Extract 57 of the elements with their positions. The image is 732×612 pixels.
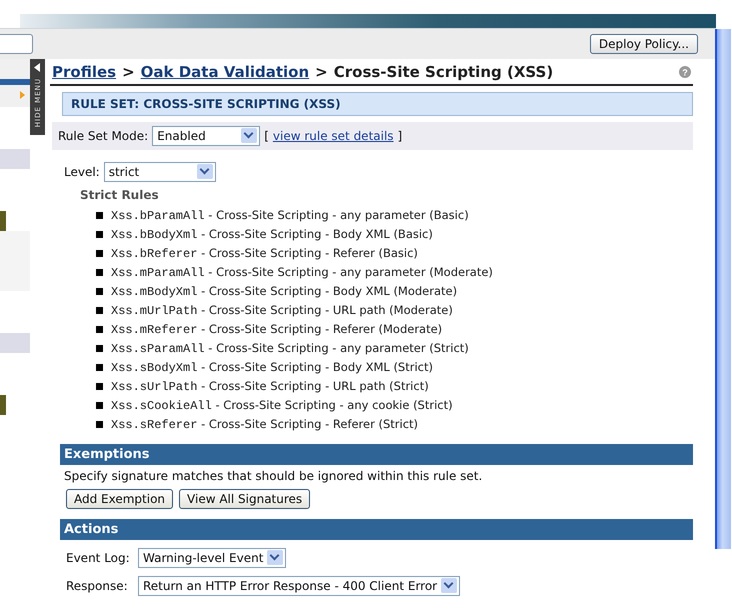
rule-set-title: RULE SET: CROSS-SITE SCRIPTING (XSS) [71, 97, 341, 111]
scrollbar[interactable] [715, 29, 731, 549]
dropdown-icon [267, 550, 284, 565]
dropdown-icon [196, 164, 213, 179]
rule-item: Xss.bParamAll - Cross-Site Scripting - any parameter (Basic) [111, 208, 469, 223]
action-select[interactable]: Warning-level Event [138, 548, 286, 568]
rule-item: Xss.sUrlPath - Cross-Site Scripting - URL path (Strict) [111, 379, 429, 394]
bullet-icon [96, 307, 103, 314]
rule-item: Xss.bReferer - Cross-Site Scripting - Referer (Basic) [111, 246, 418, 261]
bullet-icon [96, 269, 103, 276]
rules-heading: Strict Rules [80, 188, 160, 202]
breadcrumb-link[interactable]: Profiles [52, 63, 116, 81]
bullet-icon [96, 383, 103, 390]
collapse-arrow-icon [34, 63, 41, 72]
rule-item: Xss.sReferer - Cross-Site Scripting - Referer (Strict) [111, 417, 418, 432]
bracket: ] [398, 129, 402, 143]
bullet-icon [96, 421, 103, 428]
rule-item: Xss.mReferer - Cross-Site Scripting - Referer (Moderate) [111, 322, 442, 337]
field-label: Event Log: [66, 551, 131, 565]
bullet-icon [96, 288, 103, 295]
level-label: Level: [64, 165, 100, 179]
bullet-icon [96, 231, 103, 238]
level-select[interactable]: strict [104, 162, 216, 182]
bullet-icon [96, 345, 103, 352]
rule-item: Xss.mBodyXml - Cross-Site Scripting - Body XML (Moderate) [111, 284, 458, 299]
rule-item: Xss.mParamAll - Cross-Site Scripting - any parameter (Moderate) [111, 265, 493, 280]
breadcrumb-separator: > [122, 63, 135, 81]
rule-item: Xss.bBodyXml - Cross-Site Scripting - Body XML (Basic) [111, 227, 433, 242]
field-label: Response: [66, 579, 129, 593]
section-title: Exemptions [64, 447, 150, 462]
rule-item: Xss.sCookieAll - Cross-Site Scripting - any cookie (Strict) [111, 398, 453, 413]
dropdown-icon [241, 128, 258, 143]
page-title: Cross-Site Scripting (XSS) [334, 63, 554, 81]
dropdown-icon [441, 578, 458, 593]
sidebar-item[interactable] [0, 59, 30, 107]
bullet-icon [96, 212, 103, 219]
rule-item: Xss.mUrlPath - Cross-Site Scripting - URL path (Moderate) [111, 303, 453, 318]
action-select[interactable]: Return an HTTP Error Response - 400 Client Error [138, 576, 460, 596]
details-link[interactable]: view rule set details [272, 129, 394, 143]
section-title: Actions [64, 522, 118, 537]
bullet-icon [96, 326, 103, 333]
bullet-icon [96, 402, 103, 409]
mode-select[interactable]: Enabled [152, 126, 260, 146]
breadcrumb-separator: > [315, 63, 328, 81]
action-button[interactable]: Add Exemption [66, 489, 174, 509]
mode-label: Rule Set Mode: [58, 129, 148, 143]
bullet-icon [96, 250, 103, 257]
input-field[interactable] [0, 34, 33, 54]
deploy-policy-button[interactable]: Deploy Policy... [590, 34, 698, 54]
rule-item: Xss.sParamAll - Cross-Site Scripting - any parameter (Strict) [111, 341, 469, 356]
exemptions-description: Specify signature matches that should be ignored within this rule set. [64, 469, 484, 483]
bullet-icon [96, 364, 103, 371]
action-button[interactable]: View All Signatures [179, 489, 310, 509]
breadcrumb-link[interactable]: Oak Data Validation [140, 63, 310, 81]
rule-item: Xss.sBodyXml - Cross-Site Scripting - Body XML (Strict) [111, 360, 433, 375]
bracket: [ [264, 129, 269, 143]
chevron-icon [20, 91, 25, 99]
